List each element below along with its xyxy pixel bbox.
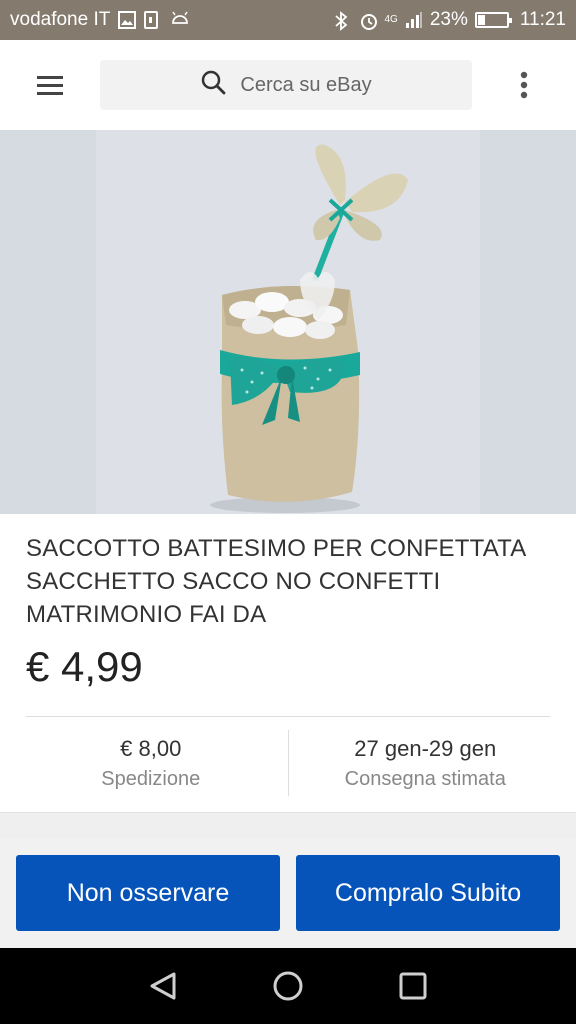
divider: [26, 716, 550, 717]
delivery-dates: 27 gen-29 gen: [354, 736, 497, 761]
search-icon: [200, 69, 226, 101]
network-type: 4G: [384, 14, 398, 25]
status-bar: vodafone IT 4G 23% 11:21: [0, 0, 576, 40]
sim-icon: [144, 11, 162, 29]
item-price: € 4,99: [26, 643, 143, 690]
hamburger-menu-icon[interactable]: [0, 40, 100, 130]
shipping-cell: € 8,00 Spedizione: [14, 730, 288, 796]
carrier-name: vodafone IT: [10, 9, 111, 30]
alarm-icon: [359, 11, 378, 30]
delivery-label: Consegna stimata: [344, 768, 506, 790]
more-vertical-icon[interactable]: [472, 40, 576, 130]
bluetooth-icon: [334, 11, 352, 31]
section-gap: [0, 812, 576, 838]
action-bar: Non osservare Compralo Subito: [0, 838, 576, 948]
delivery-cell: 27 gen-29 gen Consegna stimata: [289, 730, 563, 796]
search-placeholder: Cerca su eBay: [240, 73, 372, 96]
shipping-info-row: € 8,00 Spedizione 27 gen-29 gen Consegna…: [14, 730, 562, 796]
product-image[interactable]: [0, 130, 576, 514]
buy-now-button[interactable]: Compralo Subito: [296, 855, 560, 931]
ebay-item-screen: vodafone IT 4G 23% 11:21 Cerca su eBay S…: [0, 0, 576, 1024]
unwatch-button[interactable]: Non osservare: [16, 855, 280, 931]
clock: 11:21: [519, 9, 566, 30]
image-icon: [118, 11, 137, 29]
battery-percent: 23%: [429, 9, 468, 30]
recents-square-icon[interactable]: [383, 956, 443, 1016]
top-app-bar: Cerca su eBay: [0, 40, 576, 130]
shipping-cost: € 8,00: [120, 736, 182, 761]
item-title: SACCOTTO BATTESIMO PER CONFETTATA SACCHE…: [26, 535, 526, 628]
home-circle-icon[interactable]: [258, 956, 318, 1016]
android-icon: [170, 11, 189, 29]
search-input[interactable]: Cerca su eBay: [100, 60, 472, 110]
system-nav-bar: [0, 948, 576, 1024]
signal-icon: [405, 11, 423, 29]
back-triangle-icon[interactable]: [133, 956, 193, 1016]
shipping-label: Spedizione: [101, 768, 201, 790]
battery-charging-icon: [474, 12, 512, 28]
